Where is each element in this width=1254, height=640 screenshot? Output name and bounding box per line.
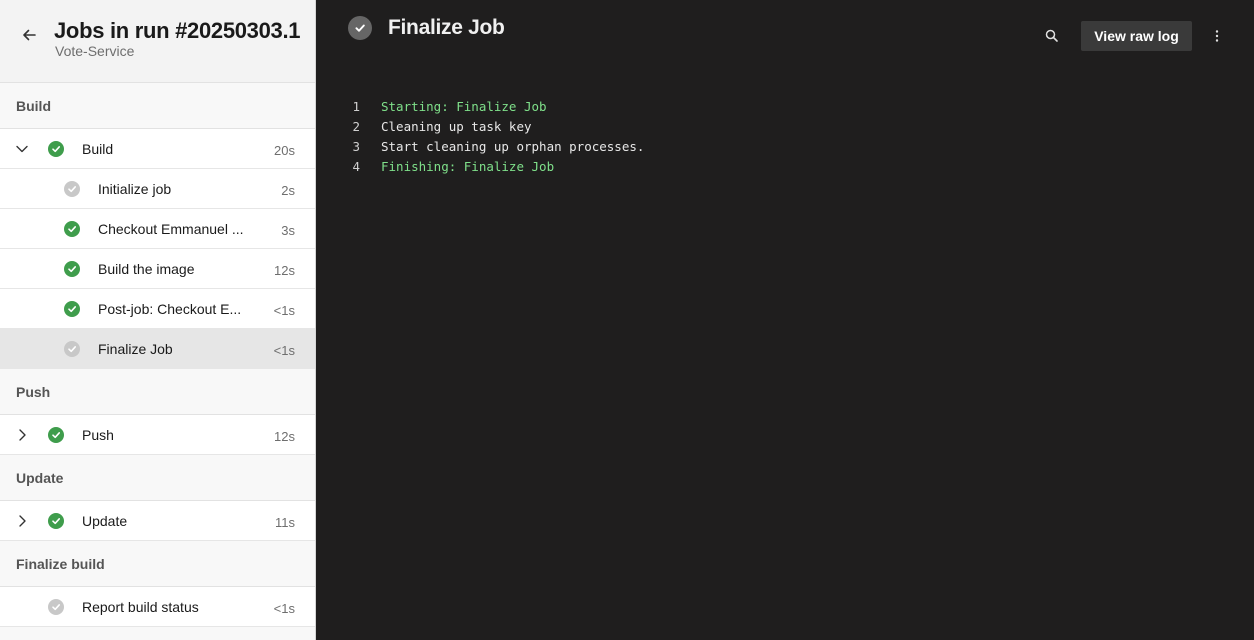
check-circle-icon — [64, 341, 80, 357]
line-number: 2 — [352, 119, 360, 134]
back-button[interactable] — [18, 24, 40, 46]
step-label: Finalize Job — [98, 341, 173, 357]
page-title: Jobs in run #20250303.1 — [54, 18, 301, 43]
stage-label-push: Push — [0, 369, 315, 415]
search-icon — [1045, 29, 1058, 42]
step-duration: 12s — [274, 263, 295, 278]
check-circle-icon — [64, 181, 80, 197]
log-line: 1 Starting: Finalize Job — [316, 96, 1254, 116]
log-text: Finishing: Finalize Job — [381, 159, 555, 174]
job-label: Push — [82, 427, 114, 443]
job-label: Build — [82, 141, 114, 157]
job-label: Update — [82, 513, 128, 529]
line-number: 4 — [352, 159, 360, 174]
jobs-sidebar: Jobs in run #20250303.1 Vote-Service Bui… — [0, 0, 316, 640]
log-text: Cleaning up task key — [381, 119, 532, 134]
step-row-checkout[interactable]: Checkout Emmanuel ... 3s — [0, 209, 315, 249]
check-circle-icon — [348, 16, 372, 40]
log-line: 2 Cleaning up task key — [316, 116, 1254, 136]
job-row-build[interactable]: Build 20s — [0, 129, 315, 169]
step-row-build-image[interactable]: Build the image 12s — [0, 249, 315, 289]
stage-label-finalize-build: Finalize build — [0, 541, 315, 587]
step-row-initialize-job[interactable]: Initialize job 2s — [0, 169, 315, 209]
step-duration: 3s — [281, 223, 295, 238]
log-output: 1 Starting: Finalize Job 2 Cleaning up t… — [316, 96, 1254, 176]
check-circle-icon — [48, 427, 64, 443]
sidebar-header: Jobs in run #20250303.1 Vote-Service — [0, 0, 315, 83]
view-raw-log-button[interactable]: View raw log — [1081, 21, 1192, 51]
arrow-left-icon — [23, 29, 36, 41]
line-number: 3 — [352, 139, 360, 154]
job-row-report-build-status[interactable]: Report build status <1s — [0, 587, 315, 627]
step-label: Post-job: Checkout E... — [98, 301, 242, 317]
log-text: Start cleaning up orphan processes. — [381, 139, 645, 154]
job-duration: 11s — [275, 515, 295, 530]
step-label: Build the image — [98, 261, 195, 277]
log-line: 4 Finishing: Finalize Job — [316, 156, 1254, 176]
more-options-button[interactable] — [1209, 28, 1225, 44]
step-label: Initialize job — [98, 181, 172, 197]
pipeline-name: Vote-Service — [55, 43, 135, 59]
chevron-right-icon[interactable] — [14, 513, 30, 529]
job-row-push[interactable]: Push 12s — [0, 415, 315, 455]
step-label: Checkout Emmanuel ... — [98, 221, 244, 237]
search-button[interactable] — [1044, 28, 1060, 44]
job-label: Report build status — [82, 599, 199, 615]
check-circle-icon — [48, 599, 64, 615]
check-circle-icon — [64, 261, 80, 277]
step-row-post-job-checkout[interactable]: Post-job: Checkout E... <1s — [0, 289, 315, 329]
stage-label-build: Build — [0, 83, 315, 129]
step-duration: 2s — [281, 183, 295, 198]
job-row-update[interactable]: Update 11s — [0, 501, 315, 541]
line-number: 1 — [352, 99, 360, 114]
log-text: Starting: Finalize Job — [381, 99, 547, 114]
check-circle-icon — [64, 221, 80, 237]
chevron-right-icon[interactable] — [14, 427, 30, 443]
stage-label-update: Update — [0, 455, 315, 501]
job-duration: <1s — [273, 601, 295, 616]
check-circle-icon — [48, 513, 64, 529]
log-title: Finalize Job — [388, 16, 505, 39]
step-duration: <1s — [273, 343, 295, 358]
job-duration: 20s — [274, 143, 295, 158]
check-circle-icon — [64, 301, 80, 317]
job-duration: 12s — [274, 429, 295, 444]
chevron-down-icon[interactable] — [14, 141, 30, 157]
log-panel: Finalize Job View raw log 1 Starting: Fi… — [316, 0, 1254, 640]
log-line: 3 Start cleaning up orphan processes. — [316, 136, 1254, 156]
check-circle-icon — [48, 141, 64, 157]
step-row-finalize-job[interactable]: Finalize Job <1s — [0, 329, 315, 369]
step-duration: <1s — [273, 303, 295, 318]
more-vertical-icon — [1215, 30, 1219, 42]
